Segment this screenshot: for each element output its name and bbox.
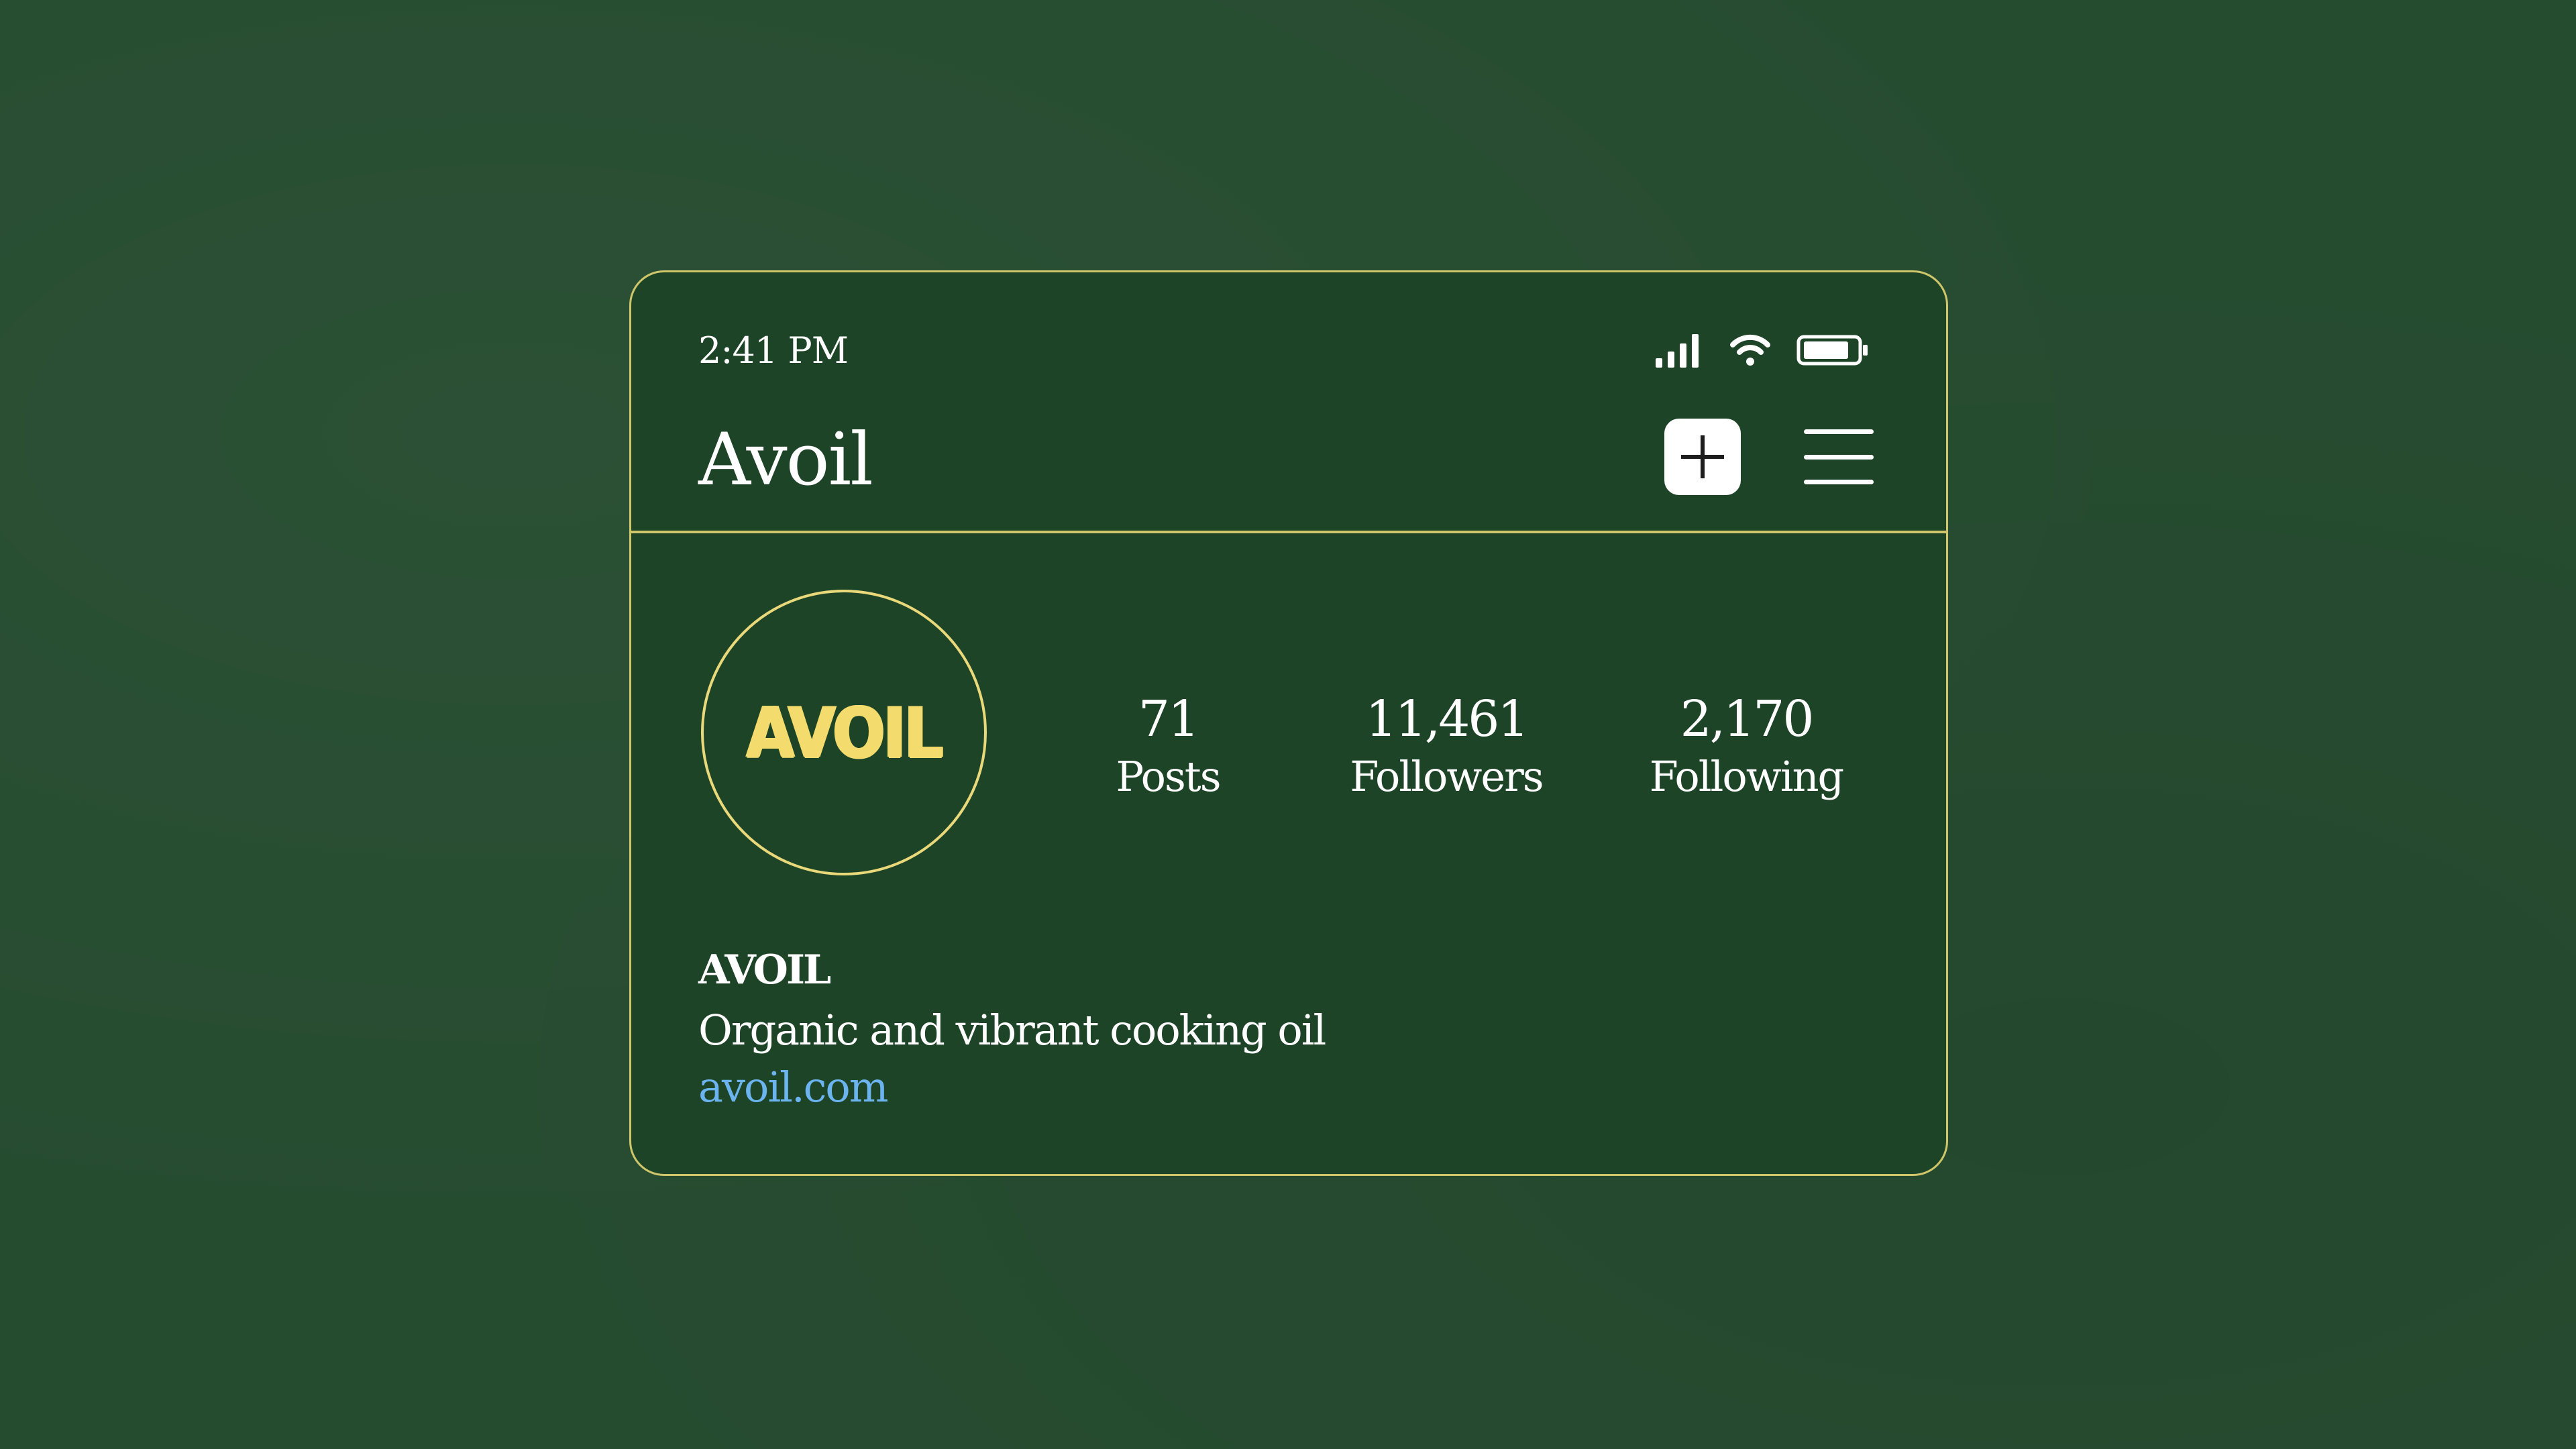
wifi-icon bbox=[1729, 333, 1771, 370]
hamburger-menu-icon[interactable] bbox=[1804, 429, 1874, 484]
menu-line-bottom bbox=[1804, 480, 1874, 484]
cellular-signal-icon bbox=[1656, 333, 1704, 370]
profile-card: 2:41 PM Avoil AVOIL 71 Posts 11,461 Foll… bbox=[629, 270, 1948, 1176]
stat-posts[interactable]: 71 Posts bbox=[1116, 688, 1221, 804]
plus-icon bbox=[1681, 435, 1724, 478]
profile-bio: Organic and vibrant cooking oil bbox=[698, 1006, 1326, 1055]
app-title: Avoil bbox=[698, 418, 873, 502]
stat-followers[interactable]: 11,461 Followers bbox=[1350, 688, 1544, 804]
stat-followers-value: 11,461 bbox=[1365, 690, 1529, 748]
profile-website-link[interactable]: avoil.com bbox=[698, 1061, 889, 1114]
avatar[interactable]: AVOIL bbox=[701, 590, 987, 875]
stat-followers-label: Followers bbox=[1350, 752, 1544, 801]
stat-posts-label: Posts bbox=[1116, 752, 1221, 801]
menu-line-middle bbox=[1804, 455, 1874, 460]
menu-line-top bbox=[1804, 429, 1874, 434]
stat-following-label: Following bbox=[1649, 752, 1844, 801]
stat-following-value: 2,170 bbox=[1680, 690, 1815, 748]
stat-following[interactable]: 2,170 Following bbox=[1649, 688, 1844, 804]
status-icons bbox=[1656, 334, 1869, 369]
add-post-button[interactable] bbox=[1664, 419, 1741, 495]
profile-name: AVOIL bbox=[698, 947, 831, 994]
avatar-logo: AVOIL bbox=[746, 692, 944, 773]
battery-icon bbox=[1796, 333, 1869, 370]
stat-posts-value: 71 bbox=[1138, 690, 1199, 748]
header-divider bbox=[631, 531, 1946, 533]
status-time: 2:41 PM bbox=[698, 329, 849, 372]
